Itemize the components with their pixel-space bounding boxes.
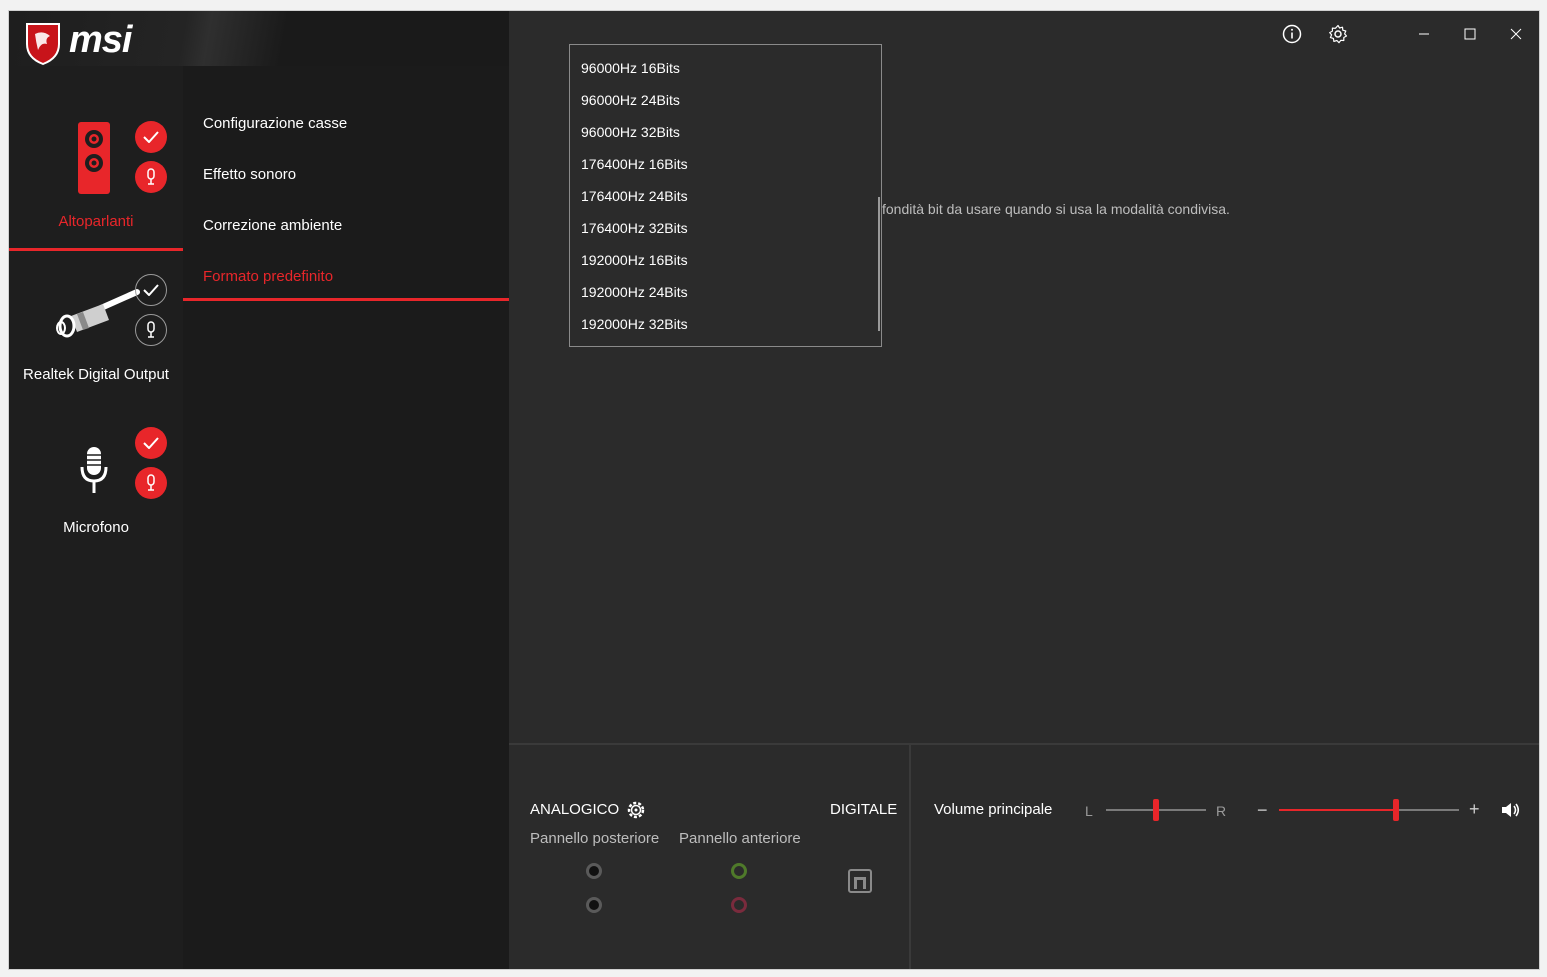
default-comm-mic-icon[interactable] — [135, 314, 167, 346]
rear-jack[interactable] — [586, 897, 602, 913]
dropdown-scrollbar[interactable] — [878, 197, 880, 331]
maximize-icon[interactable] — [1455, 19, 1485, 49]
digital-label: DIGITALE — [830, 801, 898, 818]
gear-icon[interactable] — [1323, 19, 1353, 49]
analog-label: ANALOGICO — [530, 801, 620, 818]
volume-minus-button[interactable]: − — [1257, 800, 1268, 821]
balance-left-label: L — [1085, 803, 1093, 819]
panel-divider — [909, 745, 911, 969]
dropdown-option[interactable]: 192000Hz 24Bits — [581, 284, 688, 300]
balance-right-label: R — [1216, 803, 1227, 819]
dropdown-option[interactable]: 176400Hz 24Bits — [581, 188, 688, 204]
front-panel-label: Pannello anteriore — [679, 830, 801, 847]
active-device-underline — [9, 248, 183, 251]
master-volume-label: Volume principale — [934, 801, 1053, 818]
default-device-check-icon[interactable] — [135, 427, 167, 459]
menu-item-sound-effect[interactable]: Effetto sonoro — [203, 166, 296, 183]
speaker-volume-icon[interactable] — [1501, 801, 1521, 824]
menu-item-speaker-config[interactable]: Configurazione casse — [203, 115, 347, 132]
info-icon[interactable] — [1277, 19, 1307, 49]
volume-slider-thumb[interactable] — [1393, 799, 1399, 821]
sample-rate-dropdown-list[interactable]: 96000Hz 16Bits 96000Hz 24Bits 96000Hz 32… — [569, 44, 882, 347]
menu-item-room-correction[interactable]: Correzione ambiente — [203, 217, 342, 234]
settings-menu: Configurazione casse Effetto sonoro Corr… — [183, 66, 509, 969]
volume-slider-fill — [1279, 809, 1396, 811]
volume-plus-button[interactable]: + — [1469, 799, 1480, 820]
device-speakers[interactable]: Altoparlanti — [9, 111, 183, 251]
dropdown-option[interactable]: 176400Hz 16Bits — [581, 156, 688, 172]
balance-slider-thumb[interactable] — [1153, 799, 1159, 821]
minimize-icon[interactable] — [1409, 19, 1439, 49]
dropdown-option[interactable]: 192000Hz 32Bits — [581, 316, 688, 332]
logo-bar: msi — [9, 11, 509, 66]
close-icon[interactable] — [1501, 19, 1531, 49]
default-comm-mic-icon[interactable] — [135, 467, 167, 499]
rear-panel-label: Pannello posteriore — [530, 830, 660, 847]
analog-settings-gear-icon[interactable] — [625, 799, 647, 826]
device-microphone[interactable]: Microfono — [9, 421, 183, 561]
speaker-icon — [78, 122, 110, 194]
app-window: msi Altoparlanti Realtek Digital Output … — [9, 11, 1539, 969]
front-jack-green[interactable] — [731, 863, 747, 879]
format-description: fondità bit da usare quando si usa la mo… — [882, 201, 1230, 217]
device-label: Microfono — [63, 519, 129, 536]
brand-logo-text: msi — [69, 19, 132, 61]
device-label: Altoparlanti — [58, 213, 134, 230]
msi-dragon-shield-icon — [26, 23, 60, 66]
dropdown-option[interactable]: 176400Hz 32Bits — [581, 220, 688, 236]
dropdown-option[interactable]: 96000Hz 32Bits — [581, 124, 680, 140]
rear-jack[interactable] — [586, 863, 602, 879]
default-device-check-icon[interactable] — [135, 121, 167, 153]
menu-item-default-format[interactable]: Formato predefinito — [203, 268, 333, 285]
dropdown-option[interactable]: 96000Hz 16Bits — [581, 60, 680, 76]
device-label: Realtek Digital Output — [23, 366, 169, 383]
optical-cable-icon — [56, 289, 140, 338]
default-comm-mic-icon[interactable] — [135, 161, 167, 193]
bottom-panel: ANALOGICO DIGITALE Pannello posteriore P… — [509, 743, 1539, 969]
active-menu-underline — [183, 298, 509, 301]
digital-port-icon[interactable] — [848, 869, 872, 898]
dropdown-option[interactable]: 192000Hz 16Bits — [581, 252, 688, 268]
device-digital-output[interactable]: Realtek Digital Output — [9, 266, 183, 406]
front-jack-pink[interactable] — [731, 897, 747, 913]
dropdown-option[interactable]: 96000Hz 24Bits — [581, 92, 680, 108]
default-device-check-icon[interactable] — [135, 274, 167, 306]
microphone-icon — [80, 447, 108, 493]
